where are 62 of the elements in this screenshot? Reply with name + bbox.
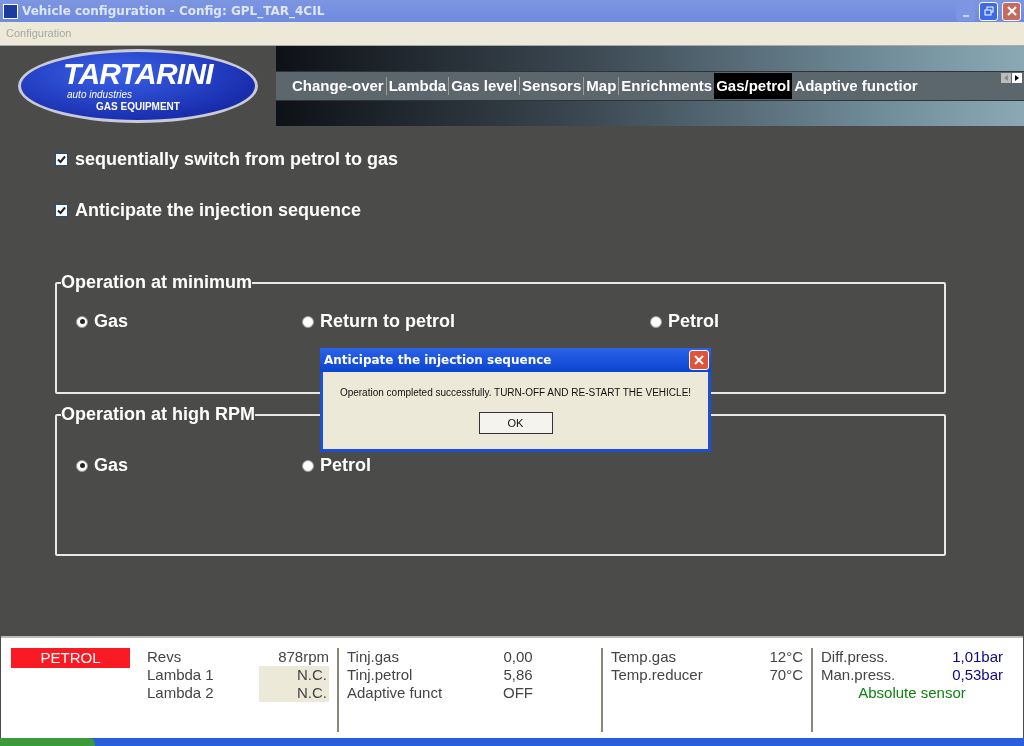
radio-label: Gas	[94, 310, 129, 333]
ok-button[interactable]: OK	[478, 412, 553, 434]
scroll-right-button[interactable]	[1012, 73, 1022, 83]
mode-badge: PETROL	[11, 648, 130, 668]
tab[interactable]: Gas/petrol	[714, 72, 793, 100]
logo-name: TARTARINI	[63, 58, 213, 89]
close-button[interactable]	[689, 350, 709, 370]
radio-button[interactable]	[302, 459, 314, 472]
radio-button[interactable]	[76, 459, 88, 472]
radio-label: Gas	[94, 454, 129, 477]
radio-label: Return to petrol	[320, 310, 455, 333]
status-value: N.C.	[259, 666, 329, 684]
tab[interactable]: Change-over	[290, 72, 386, 100]
check-icon	[57, 205, 66, 215]
status-value: 0,00	[502, 648, 534, 666]
tab[interactable]: Map	[584, 72, 619, 100]
status-label: Lambda 1	[147, 666, 215, 684]
status-value: 0,53bar	[952, 666, 1003, 684]
checkbox[interactable]	[55, 203, 68, 217]
status-value: N.C.	[259, 684, 329, 702]
status-label: Temp.gas	[611, 648, 678, 666]
status-label: Temp.reducer	[611, 666, 704, 684]
logo-subtitle: auto industries	[67, 88, 133, 100]
app-icon	[3, 3, 18, 19]
status-label: Diff.press.	[821, 648, 890, 666]
tab[interactable]: Adaptive functior	[792, 72, 920, 100]
tab[interactable]: Lambda	[386, 72, 449, 100]
start-button[interactable]	[0, 738, 95, 746]
status-label: Tinj.petrol	[347, 666, 414, 684]
status-value: 878rpm	[278, 648, 329, 666]
restore-icon	[983, 6, 994, 16]
window-title: Vehicle configuration - Config: GPL_TAR_4CIL	[22, 3, 325, 20]
status-value: 12°C	[769, 648, 803, 666]
tab[interactable]: Enrichments	[619, 72, 715, 100]
radio-label: Petrol	[668, 310, 719, 333]
dialog-message: Operation completed successfully. TURN-OFF AND RE-START THE VEHICLE!	[338, 386, 693, 400]
tab[interactable]: Sensors	[520, 72, 584, 100]
checkbox-label: sequentially switch from petrol to gas	[75, 147, 399, 171]
status-label: Man.press.	[821, 666, 897, 684]
status-label: Revs	[147, 648, 183, 666]
close-icon	[694, 355, 704, 365]
status-value: 1,01bar	[952, 648, 1003, 666]
restore-button[interactable]	[979, 1, 998, 21]
tab[interactable]: Gas level	[449, 72, 520, 100]
status-value: 70°C	[769, 666, 803, 684]
close-icon	[1006, 6, 1017, 16]
logo-tagline: GAS EQUIPMENT	[96, 99, 180, 114]
dialog-title: Anticipate the injection sequence	[324, 352, 553, 369]
checkbox-label: Anticipate the injection sequence	[75, 198, 362, 222]
status-label: Adaptive funct	[347, 684, 444, 702]
radio-button[interactable]	[650, 315, 662, 328]
status-value: OFF	[502, 684, 534, 702]
status-value: 5,86	[502, 666, 534, 684]
status-label: Tinj.gas	[347, 648, 400, 666]
radio-button[interactable]	[76, 315, 88, 328]
radio-label: Petrol	[320, 454, 371, 477]
close-button[interactable]	[1002, 1, 1021, 21]
sensor-note: Absolute sensor	[857, 684, 967, 702]
check-icon	[57, 154, 66, 164]
checkbox[interactable]	[55, 152, 68, 166]
status-label: Lambda 2	[147, 684, 215, 702]
radio-button[interactable]	[302, 315, 314, 328]
